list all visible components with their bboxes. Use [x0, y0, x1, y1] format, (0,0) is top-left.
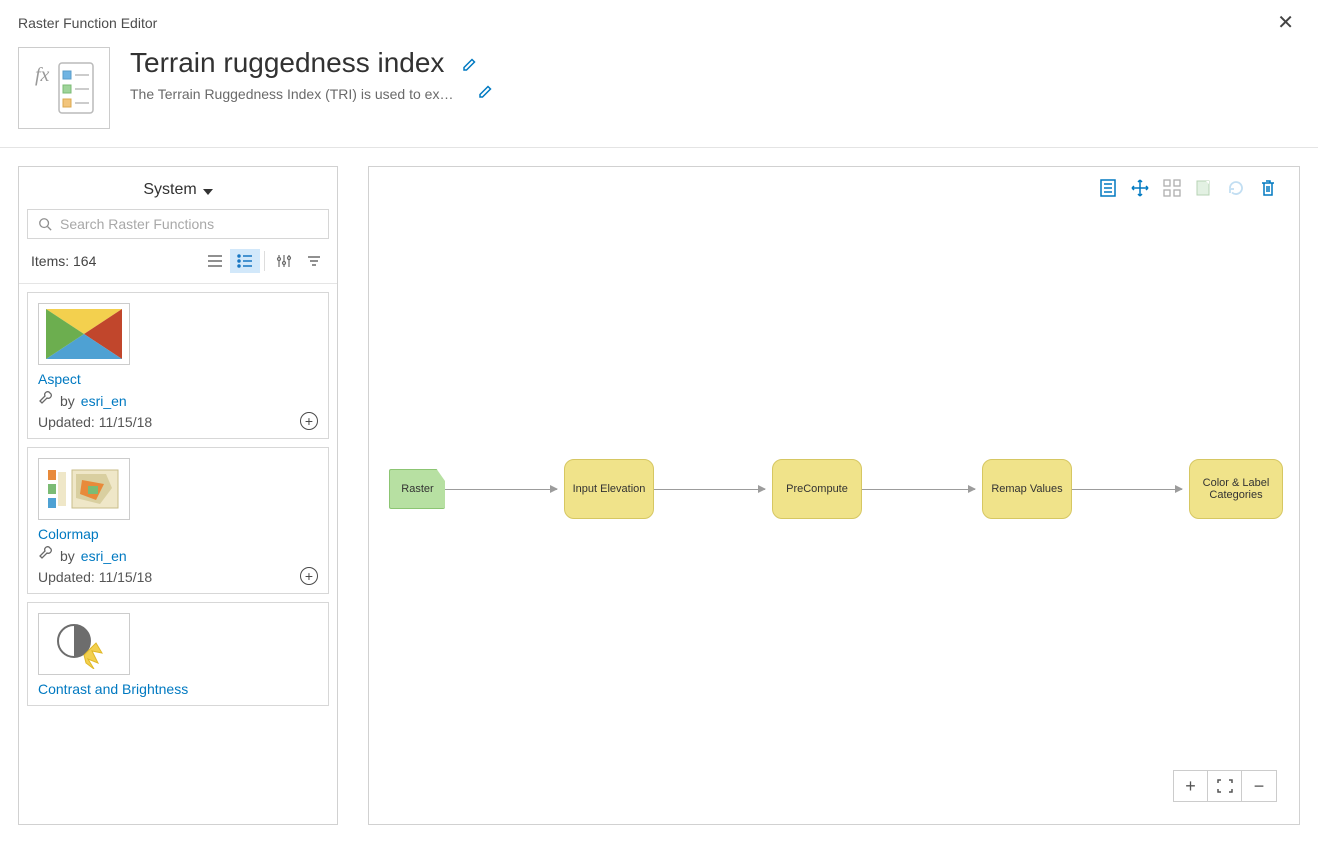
search-input[interactable] — [60, 216, 318, 232]
function-list[interactable]: Aspect by esri_en Updated: 11/15/18 + — [19, 283, 337, 824]
edge — [862, 489, 975, 490]
add-function-button[interactable]: + — [300, 412, 318, 430]
function-template-thumbnail: fx — [18, 47, 110, 129]
items-count: Items: 164 — [27, 253, 96, 269]
zoom-controls: + − — [1173, 770, 1277, 802]
node-remap[interactable]: Remap Values — [982, 459, 1072, 519]
zoom-in-button[interactable]: + — [1174, 771, 1208, 801]
sort-button[interactable] — [299, 249, 329, 273]
edge — [654, 489, 765, 490]
edit-title-button[interactable] — [462, 56, 478, 77]
category-label: System — [143, 181, 196, 199]
node-input-elev[interactable]: Input Elevation — [564, 459, 654, 519]
zoom-out-button[interactable]: − — [1242, 771, 1276, 801]
author-link[interactable]: esri_en — [81, 548, 127, 564]
function-card-title[interactable]: Colormap — [38, 526, 99, 542]
function-chain-canvas[interactable]: Raster Input Elevation PreCompute Remap Val… — [368, 166, 1300, 825]
search-box — [27, 209, 329, 239]
page-title: Terrain ruggedness index — [130, 47, 444, 79]
node-precompute[interactable]: PreCompute — [772, 459, 862, 519]
divider — [264, 251, 265, 271]
function-card-title[interactable]: Aspect — [38, 371, 81, 387]
function-card: Colormap by esri_en Updated: 11/15/18 + — [27, 447, 329, 594]
zoom-fit-button[interactable] — [1208, 771, 1242, 801]
function-card: Aspect by esri_en Updated: 11/15/18 + — [27, 292, 329, 439]
author-link[interactable]: esri_en — [81, 393, 127, 409]
node-color-label[interactable]: Color & Label Categories — [1189, 459, 1283, 519]
function-card-title[interactable]: Contrast and Brightness — [38, 681, 188, 697]
function-sidebar: System Items: 164 — [18, 166, 338, 825]
edit-description-button[interactable] — [478, 83, 494, 104]
chevron-down-icon — [203, 189, 213, 195]
category-dropdown[interactable]: System — [19, 167, 337, 209]
window-title: Raster Function Editor — [18, 15, 157, 31]
function-card: Contrast and Brightness — [27, 602, 329, 706]
list-view-detailed-button[interactable] — [230, 249, 260, 273]
tool-icon — [38, 391, 54, 410]
by-label: by — [60, 548, 75, 564]
updated-label: Updated: 11/15/18 — [38, 569, 318, 585]
updated-label: Updated: 11/15/18 — [38, 414, 318, 430]
contrast-thumbnail — [38, 613, 130, 675]
aspect-thumbnail — [38, 303, 130, 365]
page-description: The Terrain Ruggedness Index (TRI) is us… — [130, 86, 460, 102]
node-raster[interactable]: Raster — [389, 469, 445, 509]
edge — [445, 489, 557, 490]
filter-button[interactable] — [269, 249, 299, 273]
by-label: by — [60, 393, 75, 409]
close-button[interactable]: ✕ — [1269, 6, 1302, 39]
add-function-button[interactable]: + — [300, 567, 318, 585]
tool-icon — [38, 546, 54, 565]
list-view-compact-button[interactable] — [200, 249, 230, 273]
colormap-thumbnail — [38, 458, 130, 520]
flow-graph: Raster Input Elevation PreCompute Remap Val… — [389, 167, 1279, 824]
header: fx Terrain ruggedness index The Terrain … — [0, 39, 1318, 148]
svg-text:fx: fx — [35, 64, 50, 86]
edge — [1072, 489, 1182, 490]
